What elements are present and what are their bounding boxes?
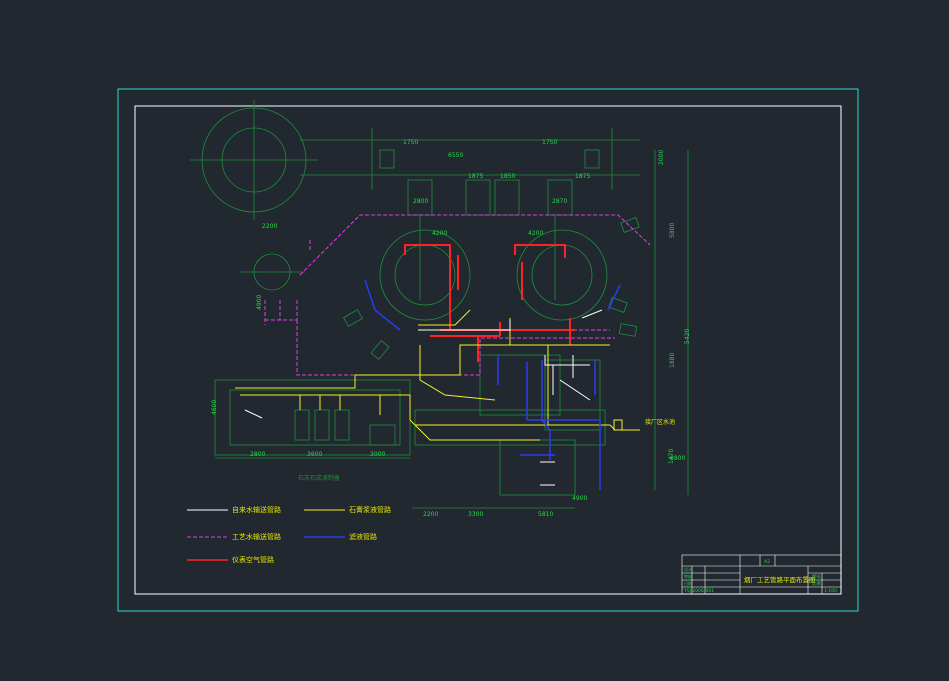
title-checker: 审核 xyxy=(684,573,692,579)
dim-upper-2: 2870 xyxy=(552,198,567,205)
dim-mid-3: 1875 xyxy=(575,173,590,180)
cad-drawing-canvas: 1750 6550 1750 2000 1875 1850 1875 2800 … xyxy=(117,88,859,612)
drawing-title: 烟厂工艺管路平面布置图 xyxy=(744,575,816,584)
dim-top-2: 6550 xyxy=(448,152,463,159)
filtrate-pipes xyxy=(364,279,621,490)
legend-label-gypsum: 石膏浆液管路 xyxy=(349,505,391,514)
dim-bottom-1: 2200 xyxy=(423,511,438,518)
title-sheet: 1:100 xyxy=(824,588,837,594)
dim-top-3: 1750 xyxy=(542,139,557,146)
dim-mid-2: 1850 xyxy=(500,173,515,180)
legend: 自来水输送管路 石膏浆液管路 工艺水输送管路 滤液管路 仪表空气管路 xyxy=(187,505,391,564)
dim-upper-1: 2800 xyxy=(413,198,428,205)
process-water-pipes xyxy=(264,214,651,376)
dim-lower-2: 3600 xyxy=(307,451,322,458)
title-scale: 比例 xyxy=(812,580,821,587)
instrument-air-pipes xyxy=(404,244,575,362)
title-code: YSJ-2006-001 xyxy=(683,588,714,594)
plan-caption: 石灰石浆液制备 xyxy=(298,474,340,482)
dim-right-3: 1880 xyxy=(669,353,676,368)
title-designer: 设计 xyxy=(684,566,692,572)
legend-label-filtrate: 滤液管路 xyxy=(349,532,377,541)
dim-right-1: 5800 xyxy=(669,223,676,238)
dim-upper-4: 4200 xyxy=(528,230,543,237)
title-rev: A2 xyxy=(764,559,770,565)
dim-lower-4: 4900 xyxy=(572,495,587,502)
title-no-label: 图号 xyxy=(812,574,821,580)
legend-label-instrument-air: 仪表空气管路 xyxy=(232,555,274,564)
dim-side-2: 4900 xyxy=(256,295,263,310)
legend-label-tap-water: 自来水输送管路 xyxy=(232,505,281,514)
dim-left-1: 2200 xyxy=(262,223,277,230)
dim-bottom-3: 5810 xyxy=(538,511,553,518)
dim-right-2: 5420 xyxy=(684,329,691,344)
dim-lower-1: 2800 xyxy=(250,451,265,458)
legend-label-process-water: 工艺水输送管路 xyxy=(232,532,281,541)
dim-top-1: 1750 xyxy=(403,139,418,146)
inner-frame xyxy=(134,105,842,595)
dim-bottom-2: 3300 xyxy=(468,511,483,518)
outlet-label: 接厂区水池 xyxy=(645,418,675,426)
dim-side-1: 4600 xyxy=(211,400,218,415)
dim-side-3: 8800 xyxy=(670,455,685,462)
dim-top-4: 2000 xyxy=(658,150,665,165)
dim-upper-3: 4200 xyxy=(432,230,447,237)
outer-frame xyxy=(117,88,859,612)
dim-mid-1: 1875 xyxy=(468,173,483,180)
dim-lower-3: 3000 xyxy=(370,451,385,458)
title-date: 日期 xyxy=(684,580,692,586)
